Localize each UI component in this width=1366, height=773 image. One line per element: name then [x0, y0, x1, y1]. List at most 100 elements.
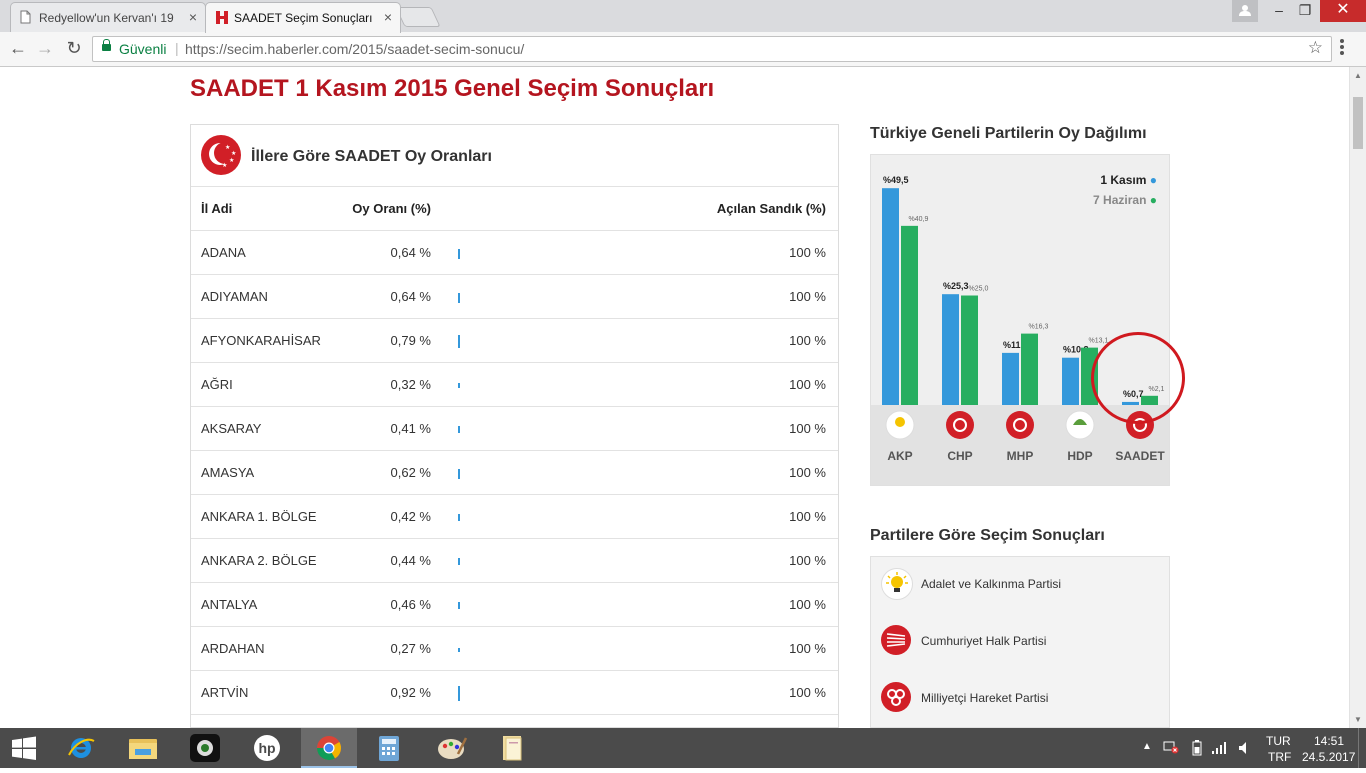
window-close-icon[interactable]: ✕	[1320, 0, 1366, 22]
vote-rate: 0,79 %	[332, 318, 432, 363]
chrome-icon[interactable]	[301, 728, 357, 768]
opened-boxes: 100 %	[709, 582, 838, 627]
provinces-panel-title: İllere Göre SAADET Oy Oranları	[251, 148, 492, 165]
vote-rate-bar-cell	[432, 626, 709, 671]
vote-rate-bar-cell	[432, 714, 709, 727]
tab-redyellow[interactable]: Redyellow'un Kervan'ı 19 ×	[10, 2, 206, 32]
minimize-icon[interactable]: –	[1266, 0, 1292, 22]
profile-icon[interactable]	[1232, 0, 1258, 22]
scroll-down-arrow-icon[interactable]: ▼	[1354, 715, 1362, 724]
signal-icon[interactable]	[1211, 741, 1227, 758]
scroll-up-arrow-icon[interactable]: ▲	[1354, 71, 1362, 80]
language-indicator[interactable]: TUR	[1266, 734, 1291, 748]
reload-icon[interactable]: ↻	[62, 36, 86, 60]
annotation-circle	[1091, 332, 1185, 424]
language-sub[interactable]: TRF	[1268, 750, 1291, 764]
opened-boxes: 100 %	[709, 538, 838, 583]
bar-akp-kasim[interactable]	[882, 188, 899, 405]
table-row[interactable]: AYDIN0,34 % 100 %	[191, 714, 838, 727]
network-error-icon[interactable]	[1163, 740, 1179, 757]
vote-rate-bar-cell	[432, 318, 709, 363]
calculator-icon[interactable]	[365, 728, 413, 768]
vote-rate-bar	[458, 335, 460, 349]
show-desktop-button[interactable]	[1358, 728, 1366, 768]
mhp-crescents-icon	[881, 682, 911, 712]
menu-dots-icon[interactable]	[1340, 39, 1344, 57]
bookmark-star-icon[interactable]: ☆	[1308, 38, 1323, 58]
province-name: ANTALYA	[191, 582, 332, 627]
col-province[interactable]: İl Adi	[191, 187, 332, 231]
hp-icon[interactable]: hp	[243, 728, 291, 768]
provinces-panel-header: ★ ★ ★ ★ İllere Göre SAADET Oy Oranları	[191, 125, 838, 187]
vote-rate-bar	[458, 514, 460, 522]
vote-distribution-title: Türkiye Geneli Partilerin Oy Dağılımı	[870, 125, 1147, 142]
bar-mhp-kasim[interactable]	[1002, 352, 1019, 405]
bar-hdp-kasim[interactable]	[1062, 357, 1079, 405]
close-icon[interactable]: ×	[384, 9, 392, 25]
tray-chevron-icon[interactable]: ▲	[1142, 741, 1152, 752]
table-row[interactable]: ANTALYA 0,46 % 100 %	[191, 582, 838, 627]
col-opened-boxes[interactable]: Açılan Sandık (%)	[709, 187, 838, 231]
new-tab-button[interactable]	[395, 7, 441, 27]
paint-icon[interactable]	[427, 728, 475, 768]
back-arrow-icon[interactable]: ←	[6, 36, 30, 60]
bar-akp-haziran[interactable]	[901, 225, 918, 405]
clock-date[interactable]: 24.5.2017	[1302, 750, 1355, 764]
bar-mhp-haziran[interactable]	[1021, 333, 1038, 405]
file-explorer-icon[interactable]	[119, 728, 167, 768]
chart-legend: 1 Kasım ● 7 Haziran ●	[1093, 170, 1157, 210]
opened-boxes: 100 %	[709, 670, 838, 715]
province-name: AKSARAY	[191, 406, 332, 451]
restore-icon[interactable]: ❐	[1292, 0, 1318, 22]
table-row[interactable]: ARDAHAN 0,27 % 100 %	[191, 626, 838, 671]
vote-rate: 0,46 %	[332, 582, 432, 627]
bar-value-label: %40,9	[909, 216, 929, 223]
scroll-thumb[interactable]	[1353, 97, 1363, 149]
bar-chp-haziran[interactable]	[961, 295, 978, 406]
opened-boxes: 100 %	[709, 714, 838, 727]
table-row[interactable]: ANKARA 2. BÖLGE 0,44 % 100 %	[191, 538, 838, 583]
table-row[interactable]: AFYONKARAHİSAR 0,79 % 100 %	[191, 318, 838, 363]
browser-toolbar: ← → ↻ Güvenli | https://secim.haberler.c…	[0, 32, 1366, 67]
table-row[interactable]: ARTVİN 0,92 % 100 %	[191, 670, 838, 715]
saadet-logo-icon: ★ ★ ★ ★	[201, 135, 241, 175]
bar-value-label: %25,3	[943, 281, 969, 291]
clock-time[interactable]: 14:51	[1314, 734, 1344, 748]
table-row[interactable]: AKSARAY 0,41 % 100 %	[191, 406, 838, 451]
volume-icon[interactable]	[1238, 740, 1252, 759]
opened-boxes: 100 %	[709, 230, 838, 275]
opened-boxes: 100 %	[709, 362, 838, 407]
opened-boxes: 100 %	[709, 274, 838, 319]
battery-icon[interactable]	[1192, 740, 1202, 759]
table-row[interactable]: ANKARA 1. BÖLGE 0,42 % 100 %	[191, 494, 838, 539]
vote-rate-bar-cell	[432, 230, 709, 275]
address-bar[interactable]: Güvenli | https://secim.haberler.com/201…	[92, 36, 1332, 62]
internet-explorer-icon[interactable]	[57, 728, 105, 768]
legend-item-7-haziran: 7 Haziran ●	[1093, 193, 1157, 207]
table-row[interactable]: ADIYAMAN 0,64 % 100 %	[191, 274, 838, 319]
page-scrollbar[interactable]: ▲ ▼	[1349, 67, 1366, 728]
vote-rate: 0,34 %	[332, 714, 432, 727]
close-icon[interactable]: ×	[189, 9, 197, 25]
akp-bulb-icon	[895, 417, 905, 427]
webcam-icon[interactable]	[181, 728, 229, 768]
bar-value-label: %25,0	[969, 286, 989, 293]
table-row[interactable]: AĞRI 0,32 % 100 %	[191, 362, 838, 407]
province-name: AĞRI	[191, 362, 332, 407]
mhp-logo-icon	[1006, 411, 1034, 439]
table-row[interactable]: ADANA 0,64 % 100 %	[191, 230, 838, 275]
vote-rate-bar	[458, 248, 460, 259]
folder-icon[interactable]	[489, 728, 537, 768]
province-name: ANKARA 2. BÖLGE	[191, 538, 332, 583]
province-name: ARTVİN	[191, 670, 332, 715]
table-row[interactable]: AMASYA 0,62 % 100 %	[191, 450, 838, 495]
bar-chp-kasim[interactable]	[942, 294, 959, 405]
secure-label: Güvenli	[119, 41, 167, 57]
windows-start-icon[interactable]	[0, 728, 48, 768]
forward-arrow-icon[interactable]: →	[33, 36, 57, 60]
vote-rate-bar	[458, 426, 460, 434]
tab-saadet[interactable]: SAADET Seçim Sonuçları ×	[205, 2, 401, 33]
col-vote-rate[interactable]: Oy Oranı (%)	[332, 187, 432, 231]
province-name: AFYONKARAHİSAR	[191, 318, 332, 363]
vote-rate-bar	[458, 685, 460, 701]
